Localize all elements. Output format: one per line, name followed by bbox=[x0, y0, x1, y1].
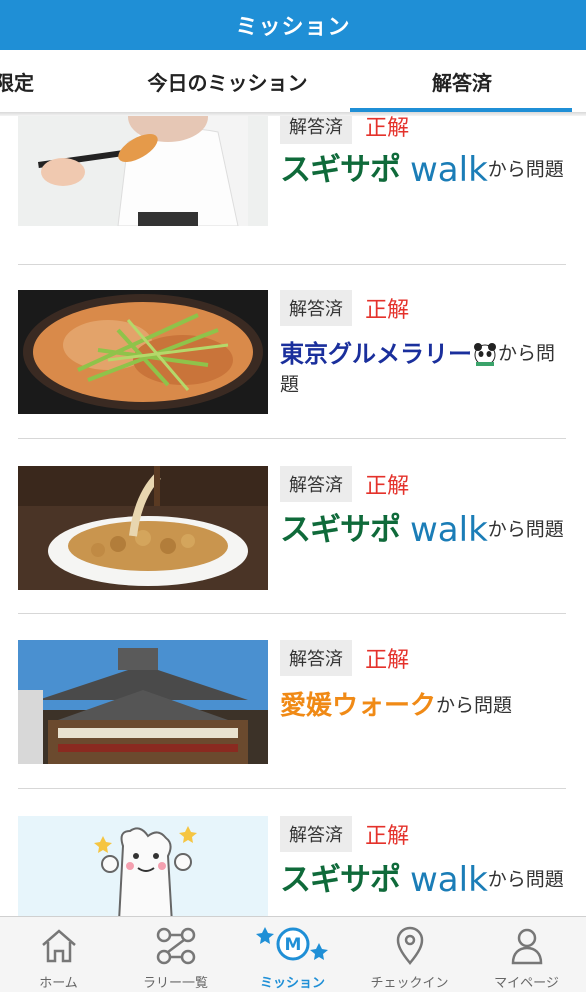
result-label: 正解 bbox=[365, 824, 410, 849]
list-item[interactable]: 解答済 正解 スギサポ walkから問題 bbox=[0, 806, 586, 916]
user-icon bbox=[507, 925, 547, 969]
divider bbox=[18, 438, 566, 439]
walk-logo: walk bbox=[410, 149, 488, 190]
list-item[interactable]: 解答済 正解 愛媛ウォークから問題 bbox=[0, 630, 586, 805]
nav-label: ラリー一覧 bbox=[142, 976, 208, 991]
item-meta: 解答済 正解 愛媛ウォークから問題 bbox=[280, 640, 570, 721]
divider bbox=[18, 788, 566, 789]
tokyo-gourmet-rally-logo: 東京グルメラリー bbox=[280, 339, 472, 368]
app: ミッション 限定 今日のミッション 解答済 解答済 正解 スギサポ walkから… bbox=[0, 0, 586, 992]
item-meta: 解答済 正解 スギサポ walkから問題 bbox=[280, 466, 570, 550]
item-thumbnail bbox=[18, 640, 268, 764]
item-source: スギサポ walkから問題 bbox=[280, 859, 570, 900]
item-thumbnail bbox=[18, 816, 268, 916]
suginosapo-logo: スギサポ bbox=[280, 861, 401, 898]
svg-text:M: M bbox=[284, 935, 301, 955]
item-thumbnail bbox=[18, 116, 268, 226]
result-label: 正解 bbox=[365, 474, 410, 499]
item-thumbnail bbox=[18, 466, 268, 590]
answered-badge: 解答済 bbox=[280, 816, 352, 852]
answered-badge: 解答済 bbox=[280, 466, 352, 502]
nav-mission[interactable]: M ミッション bbox=[234, 917, 351, 992]
item-thumbnail bbox=[18, 290, 268, 414]
page-title: ミッション bbox=[235, 15, 351, 40]
item-source: 東京グルメラリー から問題 bbox=[280, 338, 570, 399]
suginosapo-logo: スギサポ bbox=[280, 151, 401, 188]
result-label: 正解 bbox=[365, 116, 410, 141]
nav-label: ホーム bbox=[39, 976, 78, 991]
item-meta: 解答済 正解 東京グルメラリー から問題 bbox=[280, 290, 570, 399]
nav-label: チェックイン bbox=[370, 976, 449, 991]
divider bbox=[18, 613, 566, 614]
walk-logo: walk bbox=[410, 509, 488, 550]
source-tail: から問題 bbox=[487, 868, 564, 891]
tab-bar: 限定 今日のミッション 解答済 bbox=[0, 50, 586, 112]
checkin-icon bbox=[390, 925, 430, 969]
suginosapo-logo: スギサポ bbox=[280, 511, 401, 548]
mission-icon: M bbox=[253, 921, 333, 971]
list-item[interactable]: 解答済 正解 スギサポ walkから問題 bbox=[0, 116, 586, 283]
nav-home[interactable]: ホーム bbox=[0, 917, 117, 992]
rally-icon bbox=[154, 925, 198, 969]
tab-answered[interactable]: 解答済 bbox=[352, 50, 572, 112]
tab-today-mission[interactable]: 今日のミッション bbox=[120, 50, 335, 112]
header: ミッション bbox=[0, 0, 586, 50]
list-item[interactable]: 解答済 正解 東京グルメラリー から問題 bbox=[0, 280, 586, 455]
walk-logo: walk bbox=[410, 859, 488, 900]
divider bbox=[18, 264, 566, 265]
answered-badge: 解答済 bbox=[280, 116, 352, 144]
result-label: 正解 bbox=[365, 648, 410, 673]
item-source: 愛媛ウォークから問題 bbox=[280, 690, 570, 721]
result-label: 正解 bbox=[365, 298, 410, 323]
item-meta: 解答済 正解 スギサポ walkから問題 bbox=[280, 116, 570, 190]
answered-badge: 解答済 bbox=[280, 640, 352, 676]
list-item[interactable]: 解答済 正解 スギサポ walkから問題 bbox=[0, 456, 586, 631]
nav-rally-list[interactable]: ラリー一覧 bbox=[117, 917, 234, 992]
bottom-nav: ホーム ラリー一覧 M ミッション チェックイン マイページ bbox=[0, 916, 586, 992]
nav-label: マイページ bbox=[494, 976, 559, 991]
ehime-walk-logo: 愛媛ウォーク bbox=[280, 690, 437, 721]
source-tail: から問題 bbox=[487, 158, 564, 181]
nav-label: ミッション bbox=[259, 976, 325, 991]
home-icon bbox=[39, 925, 79, 969]
nav-checkin[interactable]: チェックイン bbox=[351, 917, 468, 992]
panda-icon bbox=[472, 341, 498, 367]
answered-badge: 解答済 bbox=[280, 290, 352, 326]
tab-limited[interactable]: 限定 bbox=[0, 50, 64, 112]
nav-mypage[interactable]: マイページ bbox=[468, 917, 585, 992]
item-source: スギサポ walkから問題 bbox=[280, 149, 570, 190]
source-tail: から問題 bbox=[436, 694, 513, 717]
item-source: スギサポ walkから問題 bbox=[280, 509, 570, 550]
source-tail: から問題 bbox=[487, 518, 564, 541]
mission-list[interactable]: 解答済 正解 スギサポ walkから問題 解答済 正解 東京グルメラリー から問… bbox=[0, 116, 586, 916]
item-meta: 解答済 正解 スギサポ walkから問題 bbox=[280, 816, 570, 900]
